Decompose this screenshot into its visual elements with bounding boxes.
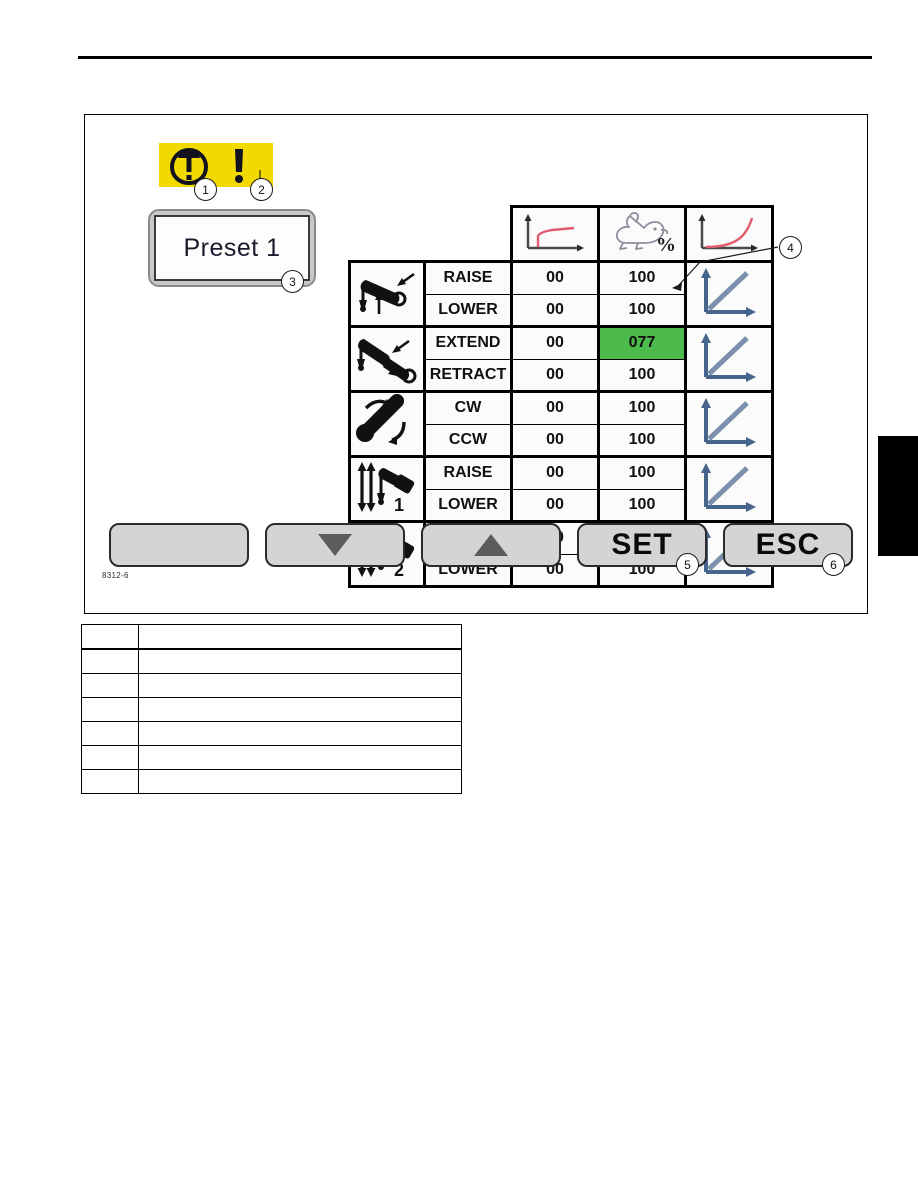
legend-desc (138, 745, 462, 770)
legend-desc (138, 697, 462, 722)
direction-label: CW (423, 390, 513, 425)
esc-softkey-label: ESC (755, 528, 821, 561)
svg-text:%: % (656, 234, 676, 254)
legend-row (81, 745, 462, 770)
linear-ramp-curve-icon (701, 332, 756, 382)
speed-value[interactable]: 100 (597, 423, 687, 458)
direction-label: RAISE (423, 260, 513, 295)
figure-number: 8312-6 (102, 571, 129, 580)
legend-desc (138, 721, 462, 746)
ramp-value[interactable]: 00 (510, 293, 600, 328)
speed-value[interactable]: 100 (597, 260, 687, 295)
callout-2: 2 (250, 178, 273, 201)
page-edge-tab-marker (878, 436, 918, 556)
linear-ramp-curve-icon (701, 397, 756, 447)
callout-1: 1 (194, 178, 217, 201)
speed-value-selected[interactable]: 077 (597, 325, 687, 360)
scroll-down-softkey[interactable] (265, 523, 405, 567)
linear-ramp-curve-icon (701, 267, 756, 317)
legend-ref (81, 697, 139, 722)
table-row: 1 RAISE 00 100 (348, 455, 774, 523)
speed-value[interactable]: 100 (597, 390, 687, 425)
boom-telescope-icon (357, 338, 417, 383)
ramp-value[interactable]: 00 (510, 390, 600, 425)
callout-5: 5 (676, 553, 699, 576)
ramp-value[interactable]: 00 (510, 260, 600, 295)
callout-6: 6 (822, 553, 845, 576)
callout-4: 4 (779, 236, 802, 259)
header-spacer-icon-col (350, 207, 425, 262)
svg-text:1: 1 (394, 495, 404, 515)
set-softkey-label: SET (611, 528, 673, 561)
legend-ref (81, 745, 139, 770)
page-header-rule (78, 56, 872, 59)
ramp-value[interactable]: 00 (510, 325, 600, 360)
rabbit-speed-percent-icon: % (615, 211, 676, 256)
table-header-row: % (350, 205, 774, 263)
speed-value[interactable]: 100 (597, 455, 687, 490)
function-icon-cell (348, 260, 426, 328)
function-icon-cell (348, 390, 426, 458)
direction-label: LOWER (423, 293, 513, 328)
triangle-up-icon (474, 534, 508, 556)
legend-row (81, 624, 462, 650)
ramp-value[interactable]: 00 (510, 455, 600, 490)
legend-row (81, 721, 462, 746)
legend-ref (81, 624, 139, 650)
direction-label: EXTEND (423, 325, 513, 360)
speed-value[interactable]: 100 (597, 358, 687, 393)
swing-rotation-icon (356, 393, 406, 445)
header-spacer-label-col (425, 207, 512, 262)
legend-desc (138, 648, 462, 674)
legend-row (81, 648, 462, 674)
direction-label: LOWER (423, 488, 513, 523)
exclamation-icon (235, 149, 243, 183)
preset-display-value: Preset 1 (183, 233, 281, 262)
triangle-down-icon (318, 534, 352, 556)
ramp-curve-cell (684, 260, 774, 328)
scroll-up-softkey[interactable] (421, 523, 561, 567)
legend-ref (81, 673, 139, 698)
legend-desc (138, 673, 462, 698)
legend-row (81, 769, 462, 794)
legend-ref (81, 721, 139, 746)
ramp-curve-cell (684, 325, 774, 393)
table-row: CW 00 100 (348, 390, 774, 458)
legend-desc (138, 769, 462, 794)
callout-3: 3 (281, 270, 304, 293)
ramp-value[interactable]: 00 (510, 423, 600, 458)
direction-label: CCW (423, 423, 513, 458)
header-ramp-start-cell (510, 205, 600, 263)
speed-value[interactable]: 100 (597, 488, 687, 523)
ramp-value[interactable]: 00 (510, 488, 600, 523)
winch-1-icon: 1 (357, 461, 415, 515)
softkey-bar: SET ESC (109, 523, 853, 571)
legend-row (81, 673, 462, 698)
table-row: EXTEND 00 077 (348, 325, 774, 393)
boom-lift-icon (359, 272, 415, 314)
header-speed-percent-cell: % (597, 205, 687, 263)
ramp-down-end-curve-icon (698, 213, 758, 251)
ramp-up-start-curve-icon (524, 213, 584, 251)
legend-row (81, 697, 462, 722)
ramp-curve-cell (684, 455, 774, 523)
blank-softkey[interactable] (109, 523, 249, 567)
function-icon-cell: 1 (348, 455, 426, 523)
speed-value[interactable]: 100 (597, 293, 687, 328)
ramp-value[interactable]: 00 (510, 358, 600, 393)
function-icon-cell (348, 325, 426, 393)
legend-desc (138, 624, 462, 650)
direction-label: RETRACT (423, 358, 513, 393)
direction-label: RAISE (423, 455, 513, 490)
header-ramp-end-cell (684, 205, 774, 263)
table-row: RAISE 00 100 (348, 260, 774, 328)
legend-table (81, 624, 462, 794)
legend-ref (81, 648, 139, 674)
ramp-curve-cell (684, 390, 774, 458)
linear-ramp-curve-icon (701, 462, 756, 512)
legend-ref (81, 769, 139, 794)
